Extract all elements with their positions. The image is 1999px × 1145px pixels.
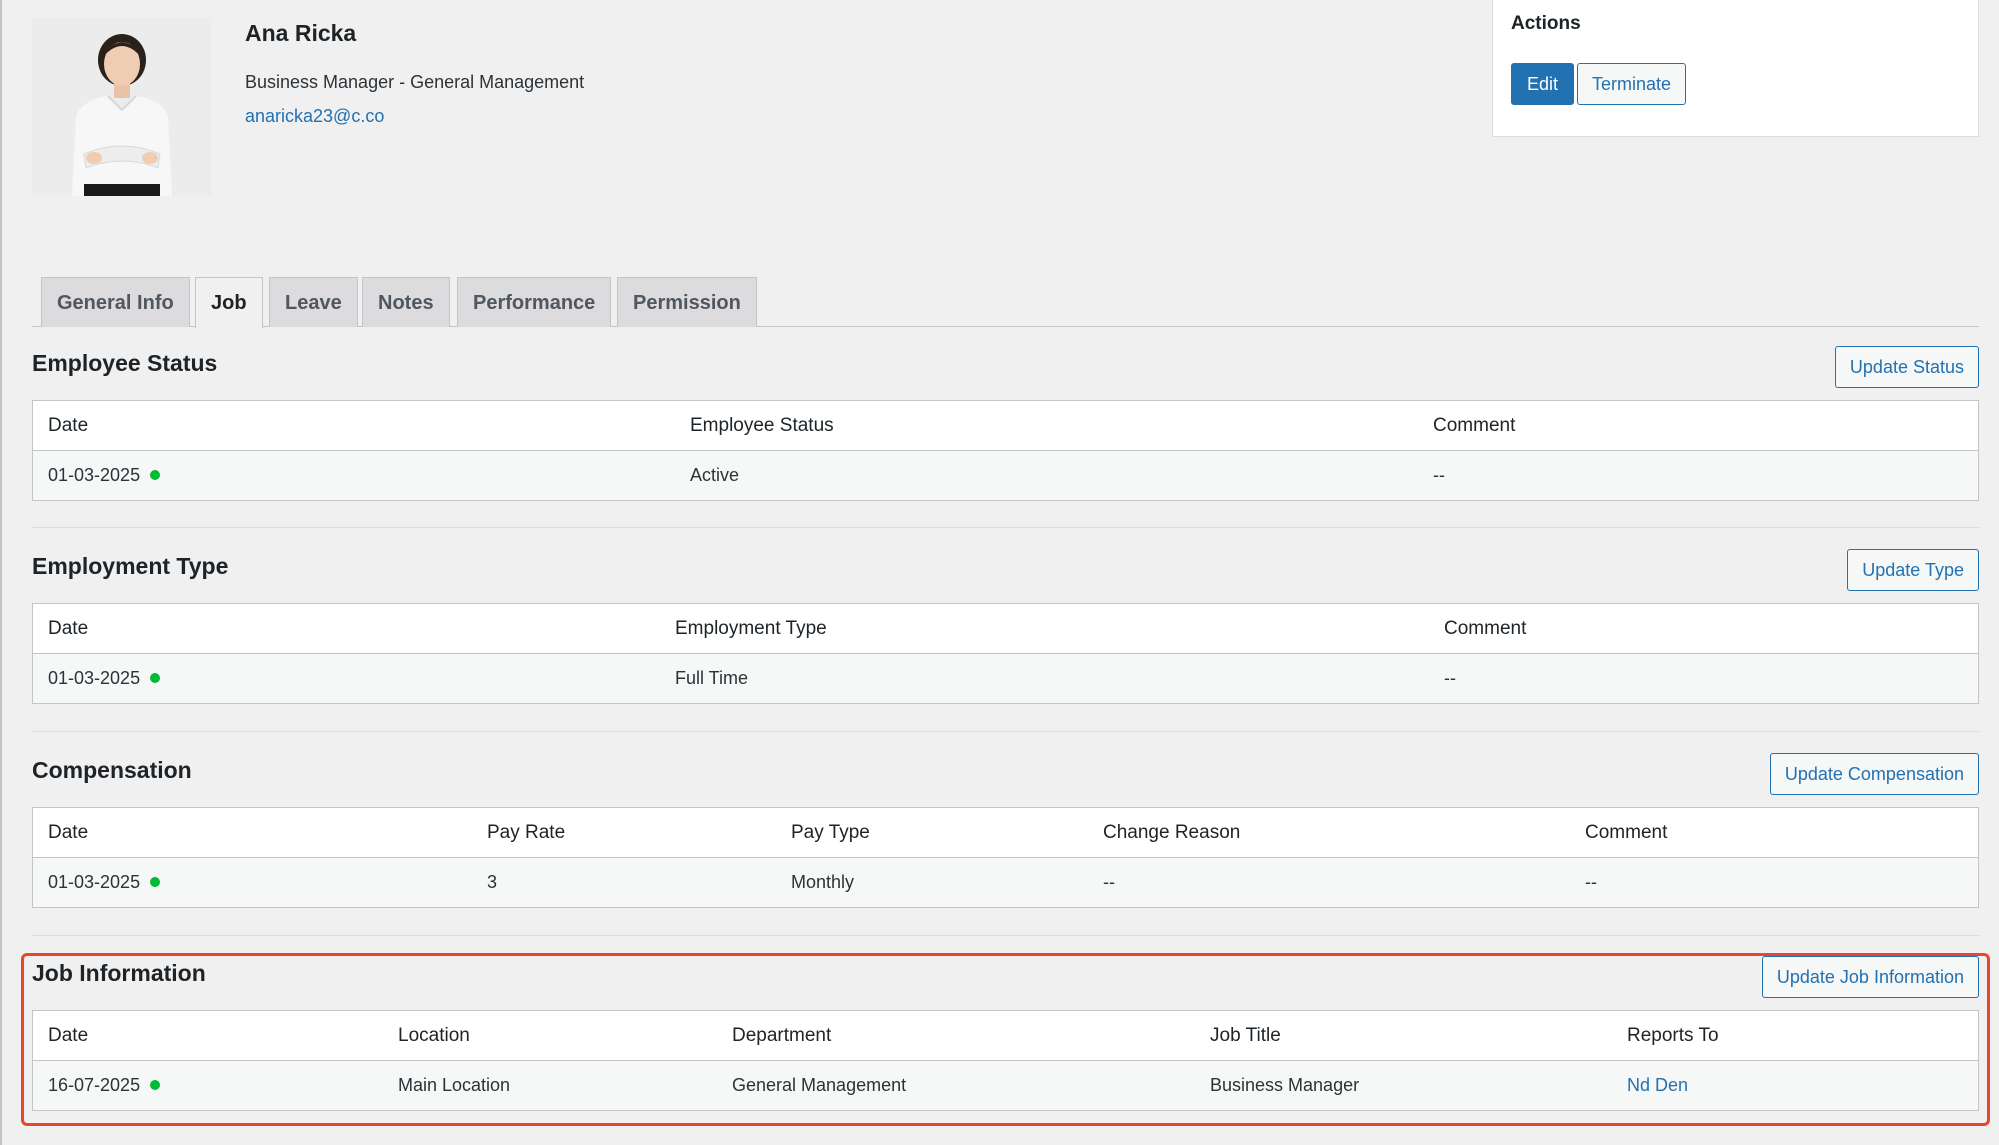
date-cell: 01-03-2025 (48, 451, 161, 500)
table-row: 01-03-2025 Full Time -- (33, 654, 1978, 703)
table-row: 01-03-2025 3 Monthly -- -- (33, 858, 1978, 907)
reports-to-link[interactable]: Nd Den (1627, 1075, 1688, 1095)
table-row: 16-07-2025 Main Location General Managem… (33, 1061, 1978, 1110)
column-header: Employment Type (675, 618, 827, 639)
update-job-information-button[interactable]: Update Job Information (1761, 956, 1979, 998)
date-value: 01-03-2025 (48, 872, 141, 892)
section-divider (32, 527, 1979, 528)
window-left-edge (0, 0, 2, 1145)
date-value: 01-03-2025 (48, 465, 141, 485)
column-header: Department (732, 1025, 832, 1046)
table-row: 01-03-2025 Active -- (33, 451, 1978, 500)
reports-to-cell: Nd Den (1627, 1061, 1688, 1110)
type-cell: Full Time (675, 668, 749, 688)
tab-general-info[interactable]: General Info (41, 277, 190, 327)
table-header: Date Pay Rate Pay Type Change Reason Com… (33, 808, 1978, 858)
status-dot-icon (150, 470, 161, 481)
employee-status-table: Date Employee Status Comment 01-03-2025 … (32, 400, 1979, 501)
column-header: Change Reason (1103, 822, 1241, 843)
column-header: Pay Rate (487, 822, 566, 843)
employment-type-table: Date Employment Type Comment 01-03-2025 … (32, 603, 1979, 704)
job-information-table: Date Location Department Job Title Repor… (32, 1010, 1979, 1111)
employee-avatar (32, 18, 211, 196)
pay-type-cell: Monthly (791, 872, 855, 892)
edit-button[interactable]: Edit (1511, 63, 1575, 105)
comment-cell: -- (1444, 668, 1456, 688)
status-dot-icon (150, 1080, 161, 1091)
update-compensation-button[interactable]: Update Compensation (1769, 753, 1979, 795)
update-type-button[interactable]: Update Type (1847, 549, 1979, 591)
comment-cell: -- (1433, 465, 1445, 485)
update-status-button[interactable]: Update Status (1834, 346, 1979, 388)
date-value: 01-03-2025 (48, 668, 141, 688)
employee-email-link[interactable]: anaricka23@c.co (245, 106, 384, 127)
tab-job[interactable]: Job (195, 277, 263, 328)
table-header: Date Employee Status Comment (33, 401, 1978, 451)
column-header: Job Title (1210, 1025, 1281, 1046)
date-cell: 16-07-2025 (48, 1061, 161, 1110)
column-header: Reports To (1627, 1025, 1719, 1046)
employment-type-title: Employment Type (32, 553, 229, 579)
section-divider (32, 935, 1979, 936)
job-information-title: Job Information (32, 960, 206, 986)
status-dot-icon (150, 877, 161, 888)
tab-leave[interactable]: Leave (269, 277, 358, 327)
column-header: Employee Status (690, 415, 834, 436)
column-header: Comment (1444, 618, 1527, 639)
department-cell: General Management (732, 1075, 907, 1095)
actions-title: Actions (1511, 13, 1581, 34)
section-divider (32, 731, 1979, 732)
location-cell: Main Location (398, 1075, 511, 1095)
tab-permission[interactable]: Permission (617, 277, 757, 327)
employee-status-title: Employee Status (32, 350, 218, 376)
employee-role: Business Manager - General Management (245, 72, 585, 92)
date-cell: 01-03-2025 (48, 654, 161, 703)
column-header: Date (48, 1025, 89, 1046)
change-reason-cell: -- (1103, 872, 1115, 892)
tab-notes[interactable]: Notes (362, 277, 450, 327)
column-header: Date (48, 415, 89, 436)
pay-rate-cell: 3 (487, 872, 498, 892)
column-header: Location (398, 1025, 470, 1046)
compensation-table: Date Pay Rate Pay Type Change Reason Com… (32, 807, 1979, 908)
column-header: Comment (1433, 415, 1516, 436)
status-dot-icon (150, 673, 161, 684)
date-value: 16-07-2025 (48, 1075, 141, 1095)
job-title-cell: Business Manager (1210, 1075, 1360, 1095)
comment-cell: -- (1585, 872, 1597, 892)
column-header: Date (48, 618, 89, 639)
status-cell: Active (690, 465, 740, 485)
terminate-button[interactable]: Terminate (1577, 63, 1687, 105)
profile-tabs: General Info Job Leave Notes Performance… (32, 277, 1979, 328)
date-cell: 01-03-2025 (48, 858, 161, 907)
actions-panel: Actions Edit Terminate (1492, 0, 1979, 137)
column-header: Date (48, 822, 89, 843)
compensation-title: Compensation (32, 757, 192, 783)
column-header: Pay Type (791, 822, 870, 843)
table-header: Date Employment Type Comment (33, 604, 1978, 654)
tab-performance[interactable]: Performance (457, 277, 612, 327)
table-header: Date Location Department Job Title Repor… (33, 1011, 1978, 1061)
employee-name: Ana Ricka (245, 20, 357, 46)
column-header: Comment (1585, 822, 1668, 843)
